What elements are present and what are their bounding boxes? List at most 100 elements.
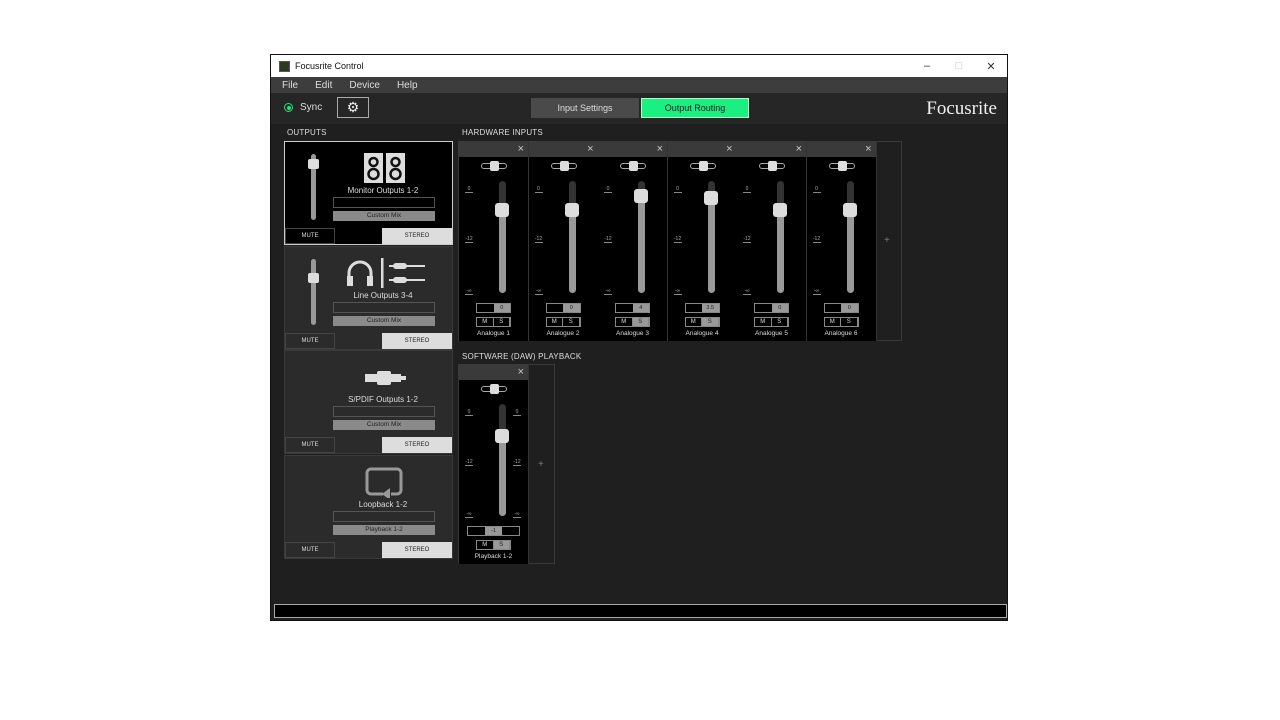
- slider-handle[interactable]: [308, 273, 319, 283]
- mute-button[interactable]: MUTE: [285, 437, 335, 453]
- gain-value[interactable]: 3.5: [684, 303, 720, 313]
- fader-handle[interactable]: [773, 203, 787, 217]
- scale-label: -∞: [604, 288, 612, 295]
- fader-handle[interactable]: [703, 190, 718, 205]
- output-card[interactable]: Line Outputs 3-4 Custom Mix MUTE STEREO: [284, 245, 453, 350]
- solo-button[interactable]: S: [494, 318, 510, 326]
- gain-value[interactable]: 4: [615, 303, 650, 313]
- solo-button[interactable]: S: [702, 318, 719, 326]
- mute-button[interactable]: M: [755, 318, 772, 326]
- close-icon[interactable]: ×: [518, 143, 524, 155]
- output-name: Loopback 1-2: [358, 499, 408, 509]
- sync-toggle[interactable]: Sync: [284, 102, 322, 113]
- fader-handle[interactable]: [842, 203, 857, 217]
- focusrite-control-window: Focusrite Control – □ ✕ File Edit Device…: [270, 54, 1008, 621]
- gain-value[interactable]: 0: [545, 303, 581, 313]
- fader-handle[interactable]: [495, 428, 509, 443]
- pan-slider[interactable]: [759, 161, 785, 171]
- output-source-button[interactable]: Custom Mix: [333, 211, 435, 221]
- pan-handle[interactable]: [559, 161, 569, 171]
- mute-button[interactable]: M: [547, 318, 563, 326]
- pan-handle[interactable]: [629, 161, 638, 171]
- close-icon[interactable]: ×: [518, 366, 524, 378]
- menu-help[interactable]: Help: [397, 80, 418, 91]
- stereo-button[interactable]: STEREO: [382, 228, 452, 244]
- channel-header: ×: [528, 141, 598, 157]
- stereo-button[interactable]: STEREO: [382, 541, 452, 558]
- slider-handle[interactable]: [308, 158, 319, 169]
- scale-label: 0: [604, 186, 612, 193]
- fader-handle[interactable]: [634, 189, 648, 203]
- output-volume-slider[interactable]: [308, 154, 319, 220]
- gain-value[interactable]: 0: [754, 303, 789, 313]
- solo-button[interactable]: S: [841, 318, 858, 326]
- pan-slider[interactable]: [550, 161, 577, 171]
- gain-value[interactable]: 0: [476, 303, 511, 313]
- pan-slider[interactable]: [620, 161, 646, 171]
- mute-button[interactable]: M: [477, 318, 494, 326]
- scale-label: 0: [465, 409, 473, 416]
- tab-output-routing[interactable]: Output Routing: [641, 98, 749, 118]
- output-source-button[interactable]: Custom Mix: [333, 420, 435, 430]
- tab-input-settings[interactable]: Input Settings: [531, 98, 639, 118]
- close-icon[interactable]: ×: [865, 143, 871, 155]
- solo-button[interactable]: S: [632, 318, 649, 326]
- pan-slider[interactable]: [689, 161, 716, 171]
- gain-value[interactable]: 0: [823, 303, 859, 313]
- pan-handle[interactable]: [837, 161, 847, 171]
- output-card[interactable]: S/PDIF Outputs 1-2 Custom Mix MUTE STERE…: [284, 350, 453, 454]
- mute-button[interactable]: MUTE: [285, 541, 335, 558]
- add-playback-button[interactable]: +: [538, 459, 544, 470]
- menu-file[interactable]: File: [282, 80, 298, 91]
- output-name: S/PDIF Outputs 1-2: [348, 395, 418, 404]
- fader-handle[interactable]: [564, 203, 579, 217]
- close-icon[interactable]: ×: [587, 143, 593, 155]
- mute-button[interactable]: MUTE: [285, 228, 335, 244]
- close-icon[interactable]: ×: [726, 143, 732, 155]
- settings-button[interactable]: ⚙: [337, 97, 369, 118]
- solo-button[interactable]: S: [493, 541, 510, 549]
- channel-name: Analogue 2: [546, 330, 580, 337]
- stereo-button[interactable]: STEREO: [382, 332, 452, 349]
- mute-button[interactable]: M: [825, 318, 841, 326]
- close-icon[interactable]: ×: [796, 143, 802, 155]
- output-source-button[interactable]: Custom Mix: [333, 315, 435, 326]
- output-card[interactable]: Loopback 1-2 Playback 1-2 MUTE STEREO: [284, 454, 453, 559]
- channel-header: ×: [667, 141, 737, 157]
- output-card[interactable]: Monitor Outputs 1-2 Custom Mix MUTE STER…: [284, 141, 453, 245]
- mute-button[interactable]: M: [686, 318, 702, 326]
- close-button[interactable]: ✕: [975, 55, 1007, 77]
- maximize-button[interactable]: □: [943, 55, 975, 77]
- pan-slider[interactable]: [481, 161, 507, 171]
- mute-button[interactable]: M: [616, 318, 633, 326]
- mixer-channel-strip: × 0 -12 -∞ 0 MS Analogue 2: [528, 141, 599, 341]
- gain-fader[interactable]: [846, 181, 854, 293]
- mute-solo-group: MS: [476, 317, 511, 327]
- solo-button[interactable]: S: [772, 318, 788, 326]
- channel-header: ×: [737, 141, 806, 157]
- pan-handle[interactable]: [490, 384, 499, 394]
- gain-fader[interactable]: [499, 404, 506, 516]
- pan-handle[interactable]: [490, 161, 499, 171]
- solo-button[interactable]: S: [563, 318, 580, 326]
- menu-edit[interactable]: Edit: [315, 80, 332, 91]
- minimize-button[interactable]: –: [911, 55, 943, 77]
- pan-handle[interactable]: [768, 161, 777, 171]
- gain-fader[interactable]: [499, 181, 506, 293]
- output-name: Line Outputs 3-4: [353, 290, 413, 300]
- mute-button[interactable]: M: [477, 541, 494, 549]
- mute-button[interactable]: MUTE: [285, 332, 335, 349]
- pan-slider[interactable]: [481, 384, 507, 394]
- stereo-button[interactable]: STEREO: [382, 437, 452, 453]
- gain-value[interactable]: -1: [467, 526, 520, 536]
- pan-slider[interactable]: [828, 161, 855, 171]
- gain-fader[interactable]: [568, 181, 576, 293]
- gain-fader[interactable]: [777, 181, 784, 293]
- output-source-button[interactable]: Playback 1-2: [333, 524, 435, 535]
- pan-handle[interactable]: [698, 161, 708, 171]
- add-hardware-input-button[interactable]: +: [884, 235, 890, 246]
- menu-device[interactable]: Device: [349, 80, 380, 91]
- close-icon[interactable]: ×: [657, 143, 663, 155]
- fader-handle[interactable]: [495, 203, 509, 217]
- output-volume-slider[interactable]: [308, 258, 319, 325]
